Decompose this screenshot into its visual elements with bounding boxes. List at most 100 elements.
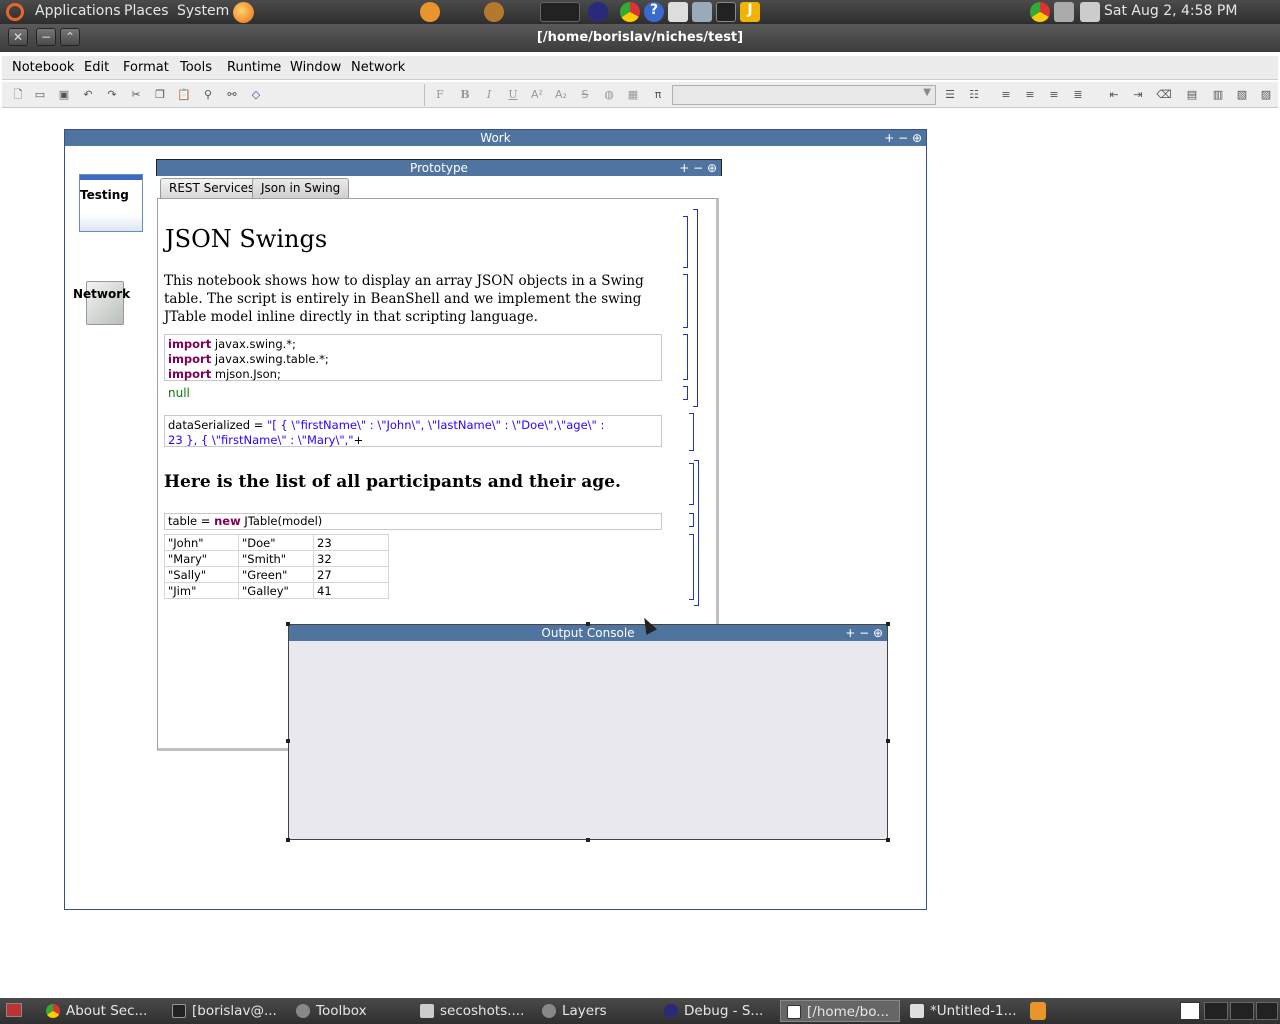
text-editor-icon[interactable] [668, 2, 688, 22]
jedit-icon[interactable]: J [740, 2, 760, 22]
menu-format[interactable]: Format [123, 60, 169, 75]
table-cell[interactable]: "Doe" [238, 534, 314, 551]
menu-network[interactable]: Network [351, 60, 405, 75]
help-icon[interactable]: ? [644, 2, 664, 22]
tray-network-icon[interactable] [1080, 2, 1100, 22]
bold-button[interactable]: B [457, 87, 473, 103]
table-cell[interactable]: "Green" [238, 566, 314, 583]
network-tool-icon[interactable] [692, 2, 712, 22]
task-layers[interactable]: Layers [536, 1000, 656, 1022]
frame-controls-icon[interactable]: + − ⊕ [845, 625, 883, 641]
paste-icon[interactable]: 📋 [176, 87, 192, 103]
menu-window[interactable]: Window [290, 60, 341, 75]
import-code-cell[interactable]: import javax.swing.*; import javax.swing… [164, 334, 662, 381]
data-serialized-code-cell[interactable]: dataSerialized = "[ { \"firstName\" : \"… [164, 415, 662, 447]
cell-bracket[interactable] [683, 274, 688, 328]
places-menu[interactable]: Places [124, 3, 169, 19]
table-column-icon[interactable]: ▧ [1234, 87, 1250, 103]
resize-handle[interactable] [886, 622, 890, 626]
task-untitled[interactable]: *Untitled-1... [904, 1000, 1028, 1022]
testing-icon-label[interactable]: Testing [80, 188, 129, 202]
open-folder-icon[interactable]: ▭ [32, 87, 48, 103]
frame-controls-icon[interactable]: + − ⊕ [679, 160, 717, 176]
bullet-list-icon[interactable]: ☷ [966, 87, 982, 103]
tab-json-in-swing[interactable]: Json in Swing [252, 178, 350, 198]
superscript-button[interactable]: A² [529, 87, 545, 103]
table-cell[interactable]: "Jim" [164, 582, 239, 599]
table-row[interactable]: "Jim" "Galley" 41 [164, 582, 389, 599]
applications-menu[interactable]: Applications [35, 3, 121, 19]
table-delete-icon[interactable]: ▨ [1258, 87, 1274, 103]
font-select[interactable]: ▼ [672, 85, 936, 105]
table-row[interactable]: "Sally" "Green" 27 [164, 566, 389, 583]
task-terminal[interactable]: [borislav@... [166, 1000, 286, 1022]
underline-button[interactable]: U [505, 87, 521, 103]
align-center-icon[interactable]: ≡ [1022, 87, 1038, 103]
table-cell[interactable]: 23 [313, 534, 389, 551]
worm-launcher-icon[interactable] [420, 2, 440, 22]
menu-notebook[interactable]: Notebook [12, 60, 74, 75]
ubuntu-logo-icon[interactable] [6, 3, 24, 21]
cell-group-bracket[interactable] [693, 209, 698, 407]
trash-icon[interactable] [1030, 1002, 1046, 1020]
eclipse-icon[interactable] [588, 2, 608, 22]
notebook-subheading[interactable]: Here is the list of all participants and… [164, 472, 621, 492]
frame-controls-icon[interactable]: + − ⊕ [884, 130, 922, 146]
resize-handle[interactable] [586, 838, 590, 842]
table-cell[interactable]: 41 [313, 582, 389, 599]
align-justify-icon[interactable]: ≣ [1070, 87, 1086, 103]
resize-handle[interactable] [886, 739, 890, 743]
find-icon[interactable]: ⚲ [200, 87, 216, 103]
task-toolbox[interactable]: Toolbox [290, 1000, 410, 1022]
redo-icon[interactable]: ↷ [104, 87, 120, 103]
undo-icon[interactable]: ↶ [80, 87, 96, 103]
cell-bracket[interactable] [683, 216, 688, 268]
table-row[interactable]: "Mary" "Smith" 32 [164, 550, 389, 567]
resize-handle[interactable] [286, 739, 290, 743]
participants-table[interactable]: "John" "Doe" 23 "Mary" "Smith" 32 "Sally" "Gr… [164, 534, 389, 599]
firefox-icon[interactable] [233, 2, 254, 23]
system-menu[interactable]: System [177, 3, 229, 19]
acorn-launcher-icon[interactable] [484, 2, 504, 22]
table-cell[interactable]: 32 [313, 550, 389, 567]
font-format-button[interactable]: F [432, 87, 448, 103]
workspace-1[interactable] [1180, 1002, 1200, 1020]
cell-bracket[interactable] [689, 413, 694, 451]
table-cell[interactable]: 27 [313, 566, 389, 583]
resize-handle[interactable] [886, 838, 890, 842]
workspace-3[interactable] [1230, 1002, 1254, 1020]
resize-handle[interactable] [286, 838, 290, 842]
insert-image-icon[interactable]: ◍ [601, 87, 617, 103]
menu-edit[interactable]: Edit [84, 60, 109, 75]
show-desktop-icon[interactable] [6, 1003, 22, 1017]
table-cell[interactable]: "Galley" [238, 582, 314, 599]
notebook-paragraph[interactable]: This notebook shows how to display an ar… [164, 272, 678, 326]
table-cell[interactable]: "Sally" [164, 566, 239, 583]
insert-math-button[interactable]: π [650, 87, 666, 103]
strikethrough-button[interactable]: S [577, 87, 593, 103]
prototype-frame-header[interactable]: Prototype + − ⊕ [156, 159, 722, 176]
new-document-icon[interactable]: 🗋 [10, 87, 26, 103]
outdent-icon[interactable]: ⇤ [1106, 87, 1122, 103]
task-debug[interactable]: Debug - S... [658, 1000, 778, 1022]
window-titlebar[interactable]: ✕ − ⌃ [/home/borislav/niches/test] [0, 24, 1280, 52]
align-right-icon[interactable]: ≡ [1046, 87, 1062, 103]
insert-table-icon[interactable]: ▤ [1184, 87, 1200, 103]
output-console-header[interactable]: Output Console + − ⊕ [289, 625, 887, 641]
notebook-heading[interactable]: JSON Swings [165, 225, 327, 253]
output-console-frame[interactable]: Output Console + − ⊕ [288, 624, 888, 840]
tray-monitor-icon[interactable] [1054, 2, 1074, 22]
table-cell[interactable]: "John" [164, 534, 239, 551]
chrome-icon[interactable] [620, 2, 640, 22]
workspace-4[interactable] [1256, 1002, 1278, 1020]
task-secoshots[interactable]: secoshots.... [414, 1000, 534, 1022]
indent-icon[interactable]: ⇥ [1130, 87, 1146, 103]
clock[interactable]: Sat Aug 2, 4:58 PM [1104, 3, 1237, 19]
insert-object-icon[interactable]: ▦ [625, 87, 641, 103]
resize-handle[interactable] [286, 622, 290, 626]
html-source-icon[interactable]: ◇ [248, 87, 264, 103]
work-frame-header[interactable]: Work + − ⊕ [65, 130, 926, 146]
subscript-button[interactable]: A₂ [553, 87, 569, 103]
table-cell[interactable]: "Smith" [238, 550, 314, 567]
copy-icon[interactable]: ❐ [152, 87, 168, 103]
